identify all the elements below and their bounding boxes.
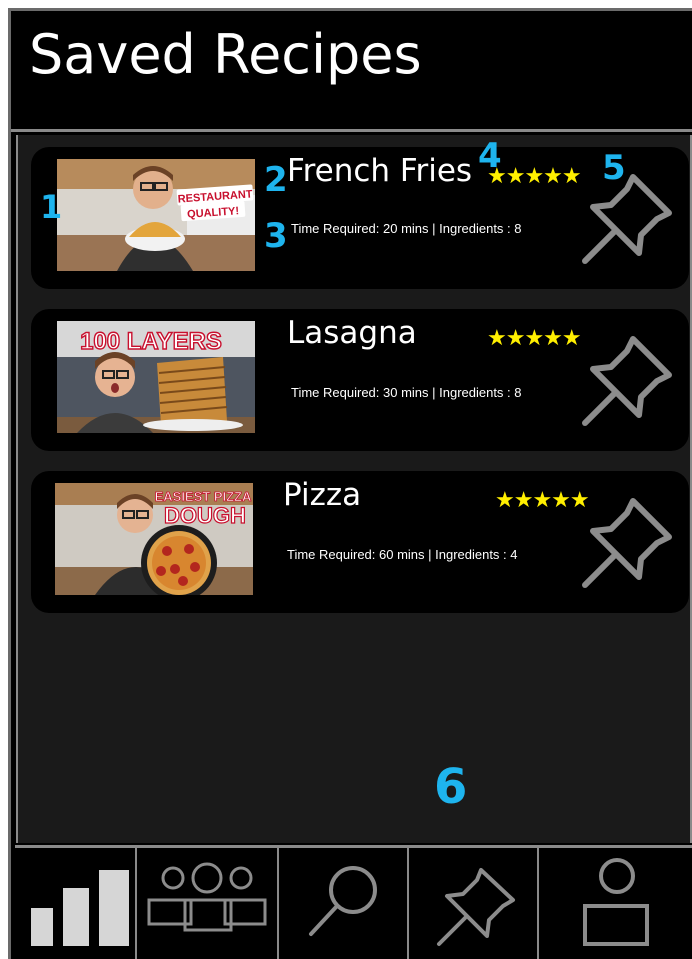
recipe-name: French Fries [287,153,473,189]
nav-tab-profile[interactable] [539,848,692,959]
app-header: Saved Recipes [11,11,692,132]
annotation-marker: 6 [434,759,468,815]
recipe-name: Pizza [283,477,362,513]
recipe-thumbnail[interactable]: RESTAURANT QUALITY! [57,159,255,271]
pin-icon[interactable] [575,493,677,595]
annotation-marker: 1 [40,188,63,226]
thumbnail-caption: 100 LAYERS [80,328,222,355]
recipe-thumbnail[interactable]: 100 LAYERS [57,321,255,433]
pin-icon [437,868,515,946]
annotation-marker: 2 [264,160,288,200]
nav-tab-search[interactable] [279,848,409,959]
recipe-meta: Time Required: 60 mins | Ingredients : 4 [287,547,518,562]
pin-icon[interactable] [575,169,677,271]
bar-chart-icon [31,870,129,946]
thumbnail-caption: DOUGH [164,503,246,528]
search-icon [309,866,377,936]
rating-stars: ★★★★★ [487,325,582,350]
group-icon [147,862,267,932]
recipe-card-french-fries[interactable]: RESTAURANT QUALITY! French Fries Time Re… [31,147,689,289]
nav-tab-saved[interactable] [409,848,539,959]
nav-tab-stats[interactable] [15,848,137,959]
pin-icon[interactable] [575,331,677,433]
annotation-marker: 4 [478,136,502,176]
annotation-marker: 5 [602,148,626,188]
profile-icon [583,858,649,946]
recipe-meta: Time Required: 20 mins | Ingredients : 8 [291,221,522,236]
nav-tab-community[interactable] [137,848,279,959]
bottom-navbar [15,845,692,959]
recipe-card-pizza[interactable]: EASIEST PIZZA DOUGH Pizza Time Required:… [31,471,689,613]
page-title: Saved Recipes [29,23,422,86]
saved-recipes-list[interactable]: RESTAURANT QUALITY! French Fries Time Re… [16,135,692,843]
recipe-name: Lasagna [287,315,417,351]
recipe-card-lasagna[interactable]: 100 LAYERS Lasagna Time Required: 30 min… [31,309,689,451]
recipe-thumbnail[interactable]: EASIEST PIZZA DOUGH [55,483,253,595]
recipe-meta: Time Required: 30 mins | Ingredients : 8 [291,385,522,400]
app-frame: Saved Recipes RESTAURANT QUALITY! French… [8,8,692,959]
thumbnail-caption: EASIEST PIZZA [155,489,252,504]
annotation-marker: 3 [264,216,288,256]
